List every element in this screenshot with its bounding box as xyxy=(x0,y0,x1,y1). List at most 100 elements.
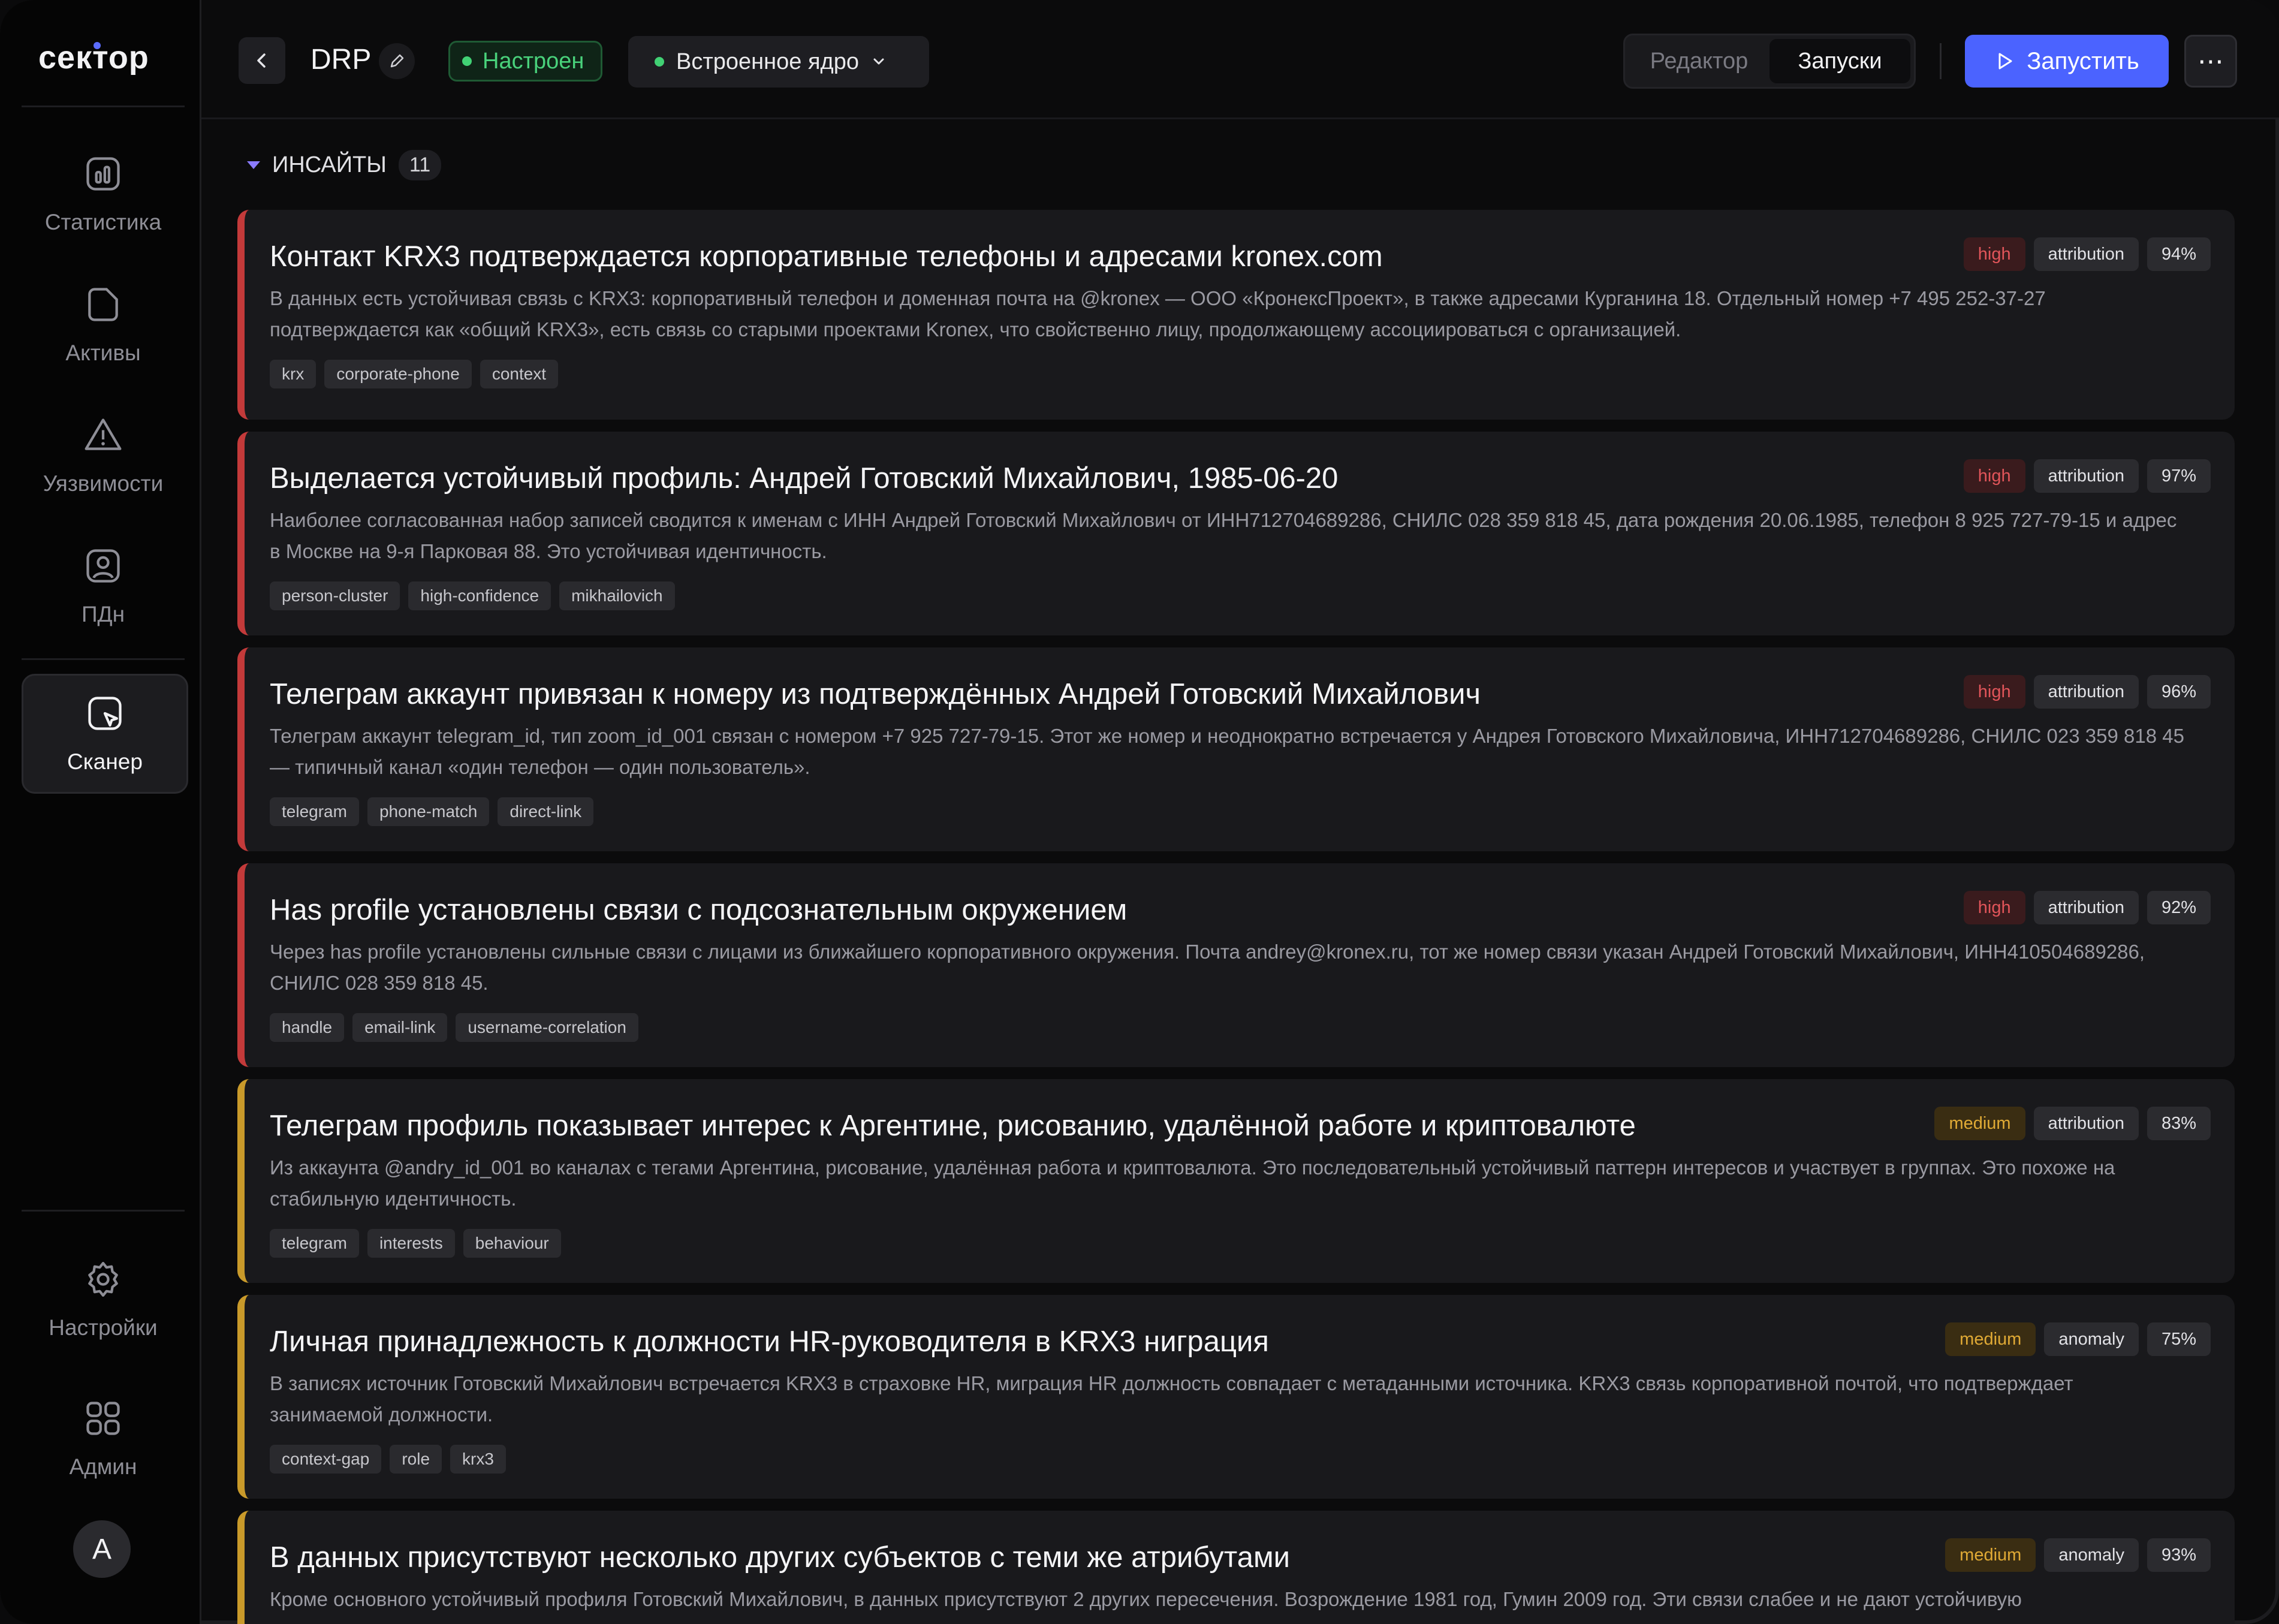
sidebar-item-settings[interactable]: Настройки xyxy=(22,1241,185,1358)
sidebar-item-pdn[interactable]: ПДн xyxy=(22,528,185,645)
tag: corporate-phone xyxy=(324,360,472,388)
tag: email-link xyxy=(352,1013,448,1042)
stats-icon xyxy=(86,157,120,191)
tag-list: telegram interests behaviour xyxy=(270,1229,2211,1258)
type-badge: attribution xyxy=(2033,675,2139,709)
tag: behaviour xyxy=(463,1229,561,1258)
insight-description: Через has profile установлены сильные св… xyxy=(270,941,2145,994)
tag: telegram xyxy=(270,797,359,826)
tag-list: handle email-link username-correlation xyxy=(270,1013,2211,1042)
severity-badge: medium xyxy=(1945,1322,2036,1356)
more-button[interactable]: ⋯ xyxy=(2184,35,2237,88)
pencil-icon xyxy=(390,54,404,68)
insight-card[interactable]: В данных присутствуют несколько других с… xyxy=(237,1511,2235,1624)
user-id-icon xyxy=(86,549,120,583)
tag: krx3 xyxy=(450,1445,506,1474)
tag-list: krx corporate-phone context xyxy=(270,360,2211,388)
sidebar-item-admin[interactable]: Админ xyxy=(22,1380,185,1498)
tag: handle xyxy=(270,1013,345,1042)
edit-title-button[interactable] xyxy=(379,43,415,79)
confidence-badge: 97% xyxy=(2147,459,2211,493)
sidebar-item-label: Активы xyxy=(65,341,141,365)
sidebar-item-label: Уязвимости xyxy=(43,471,164,496)
tag: role xyxy=(390,1445,442,1474)
sidebar-item-label: Статистика xyxy=(44,210,162,234)
play-icon xyxy=(1998,53,2012,70)
sidebar-item-label: ПДн xyxy=(81,602,125,626)
tag-list: telegram phone-match direct-link xyxy=(270,797,2211,826)
scanner-icon xyxy=(88,697,122,730)
severity-badge: high xyxy=(1963,891,2025,924)
insight-title: Телеграм профиль показывает интерес к Ар… xyxy=(270,1110,1636,1142)
insight-card[interactable]: Телеграм аккаунт привязан к номеру из по… xyxy=(237,647,2235,851)
insight-description: Наиболее согласованная набор записей сво… xyxy=(270,509,2177,562)
core-select[interactable]: Встроенное ядро xyxy=(628,36,929,88)
insights-list: Контакт KRX3 подтверждается корпоративны… xyxy=(237,210,2235,1624)
tag: context xyxy=(480,360,559,388)
insight-badges: medium anomaly 75% xyxy=(1945,1322,2211,1356)
core-status-dot-icon xyxy=(655,57,664,67)
insight-card[interactable]: Контакт KRX3 подтверждается корпоративны… xyxy=(237,210,2235,420)
more-dots-icon: ⋯ xyxy=(2197,46,2224,76)
status-badge: Настроен xyxy=(448,41,603,82)
insight-description: В данных есть устойчивая связь с KRX3: к… xyxy=(270,287,2046,341)
insight-title: Выделается устойчивый профиль: Андрей Го… xyxy=(270,462,1339,495)
confidence-badge: 93% xyxy=(2147,1538,2211,1572)
chevron-left-icon xyxy=(257,53,266,68)
count-badge: 11 xyxy=(398,150,442,180)
view-switch: Редактор Запуски xyxy=(1623,34,1916,89)
toolbar-divider xyxy=(1940,43,1942,79)
insight-description: В записях источник Готовский Михайлович … xyxy=(270,1372,2073,1426)
type-badge: attribution xyxy=(2033,459,2139,493)
top-bar: DRP Настроен Встроенное ядро Редактор За… xyxy=(201,0,2279,119)
insight-card[interactable]: Выделается устойчивый профиль: Андрей Го… xyxy=(237,432,2235,635)
confidence-badge: 83% xyxy=(2147,1107,2211,1140)
sidebar-item-label: Сканер xyxy=(67,749,143,774)
insight-description: Телеграм аккаунт telegram_id, тип zoom_i… xyxy=(270,725,2184,778)
severity-badge: medium xyxy=(1945,1538,2036,1572)
sidebar-item-scanner[interactable]: Сканер xyxy=(22,674,188,794)
brand-logo-icon: сектор xyxy=(38,40,149,76)
back-button[interactable] xyxy=(239,37,285,84)
insight-title: В данных присутствуют несколько других с… xyxy=(270,1541,1291,1574)
type-badge: attribution xyxy=(2033,891,2139,924)
sidebar-item-assets[interactable]: Активы xyxy=(22,266,185,384)
app-frame: сектор Статистика Активы Уязвимости ПДн … xyxy=(0,0,2279,1624)
sidebar-divider xyxy=(22,106,185,107)
run-button[interactable]: Запустить xyxy=(1965,35,2169,88)
insight-badges: high attribution 97% xyxy=(1963,459,2211,493)
warning-icon xyxy=(85,418,122,450)
sidebar-item-stats[interactable]: Статистика xyxy=(22,135,185,253)
avatar[interactable]: A xyxy=(73,1520,131,1578)
insight-card[interactable]: Телеграм профиль показывает интерес к Ар… xyxy=(237,1079,2235,1283)
sidebar-item-label: Настройки xyxy=(49,1315,158,1340)
insight-card[interactable]: Has profile установлены связи с подсозна… xyxy=(237,863,2235,1067)
gear-icon xyxy=(88,1261,118,1297)
sidebar-divider xyxy=(22,658,185,660)
insight-badges: medium attribution 83% xyxy=(1934,1107,2211,1140)
sidebar: сектор Статистика Активы Уязвимости ПДн … xyxy=(0,0,201,1624)
severity-badge: medium xyxy=(1934,1107,2025,1140)
tab-runs[interactable]: Запуски xyxy=(1769,39,1910,83)
insight-card[interactable]: Личная принадлежность к должности HR-рук… xyxy=(237,1295,2235,1499)
tab-editor[interactable]: Редактор xyxy=(1629,39,1769,83)
sidebar-item-label: Админ xyxy=(69,1454,137,1479)
tag: mikhailovich xyxy=(559,581,675,610)
sidebar-item-vulns[interactable]: Уязвимости xyxy=(22,397,185,514)
collapse-caret-icon xyxy=(247,161,260,169)
tag: high-confidence xyxy=(408,581,551,610)
insight-title: Телеграм аккаунт привязан к номеру из по… xyxy=(270,678,1481,710)
insights-section-header[interactable]: ИНСАЙТЫ 11 xyxy=(247,150,442,180)
sidebar-divider xyxy=(22,1210,185,1212)
tag-list: context-gap role krx3 xyxy=(270,1445,2211,1474)
tag: telegram xyxy=(270,1229,359,1258)
tag: context-gap xyxy=(270,1445,382,1474)
page-title: DRP xyxy=(311,44,372,76)
insight-title: Has profile установлены связи с подсозна… xyxy=(270,894,1128,926)
tag-list: person-cluster high-confidence mikhailov… xyxy=(270,581,2211,610)
type-badge: anomaly xyxy=(2044,1538,2139,1572)
tag: phone-match xyxy=(367,797,490,826)
insight-badges: high attribution 94% xyxy=(1963,237,2211,271)
type-badge: attribution xyxy=(2033,237,2139,271)
insight-title: Контакт KRX3 подтверждается корпоративны… xyxy=(270,240,1383,273)
